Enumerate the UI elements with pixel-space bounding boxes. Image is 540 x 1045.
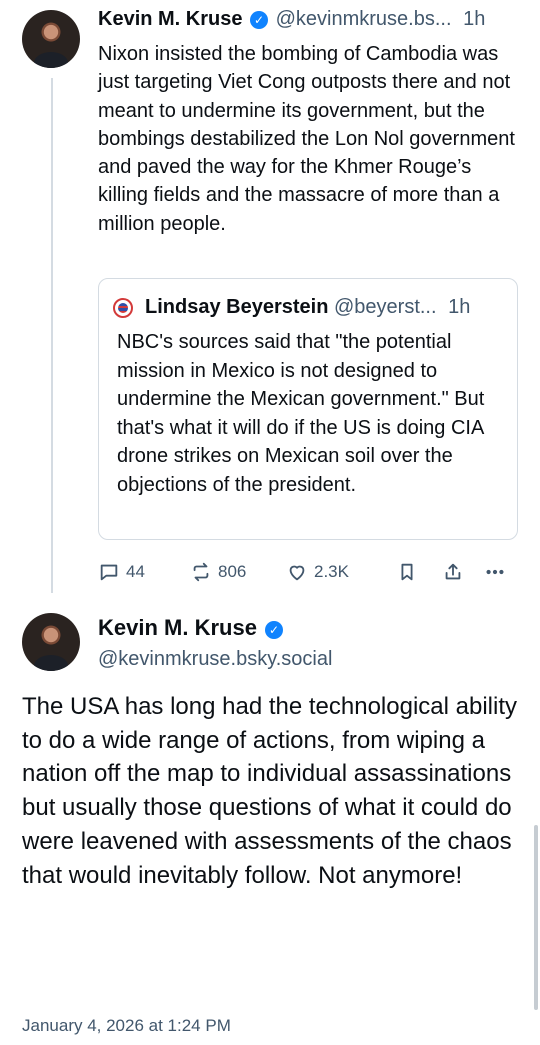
- parent-author-avatar[interactable]: [22, 10, 80, 68]
- verified-badge-icon: ✓: [250, 11, 269, 29]
- like-count: 2.3K: [314, 562, 349, 581]
- quoted-post-time: 1h: [448, 296, 471, 318]
- parent-post-text: Nixon insisted the bombing of Cambodia w…: [98, 43, 515, 235]
- repost-button[interactable]: 806: [190, 558, 246, 586]
- main-post-text: The USA has long had the technological a…: [22, 693, 517, 889]
- like-button[interactable]: 2.3K: [286, 558, 349, 586]
- main-author-name-row: Kevin M. Kruse ✓: [98, 615, 285, 641]
- parent-post-header: Kevin M. Kruse ✓ @kevinmkruse.bs... 1h: [98, 8, 485, 31]
- scrollbar-thumb[interactable]: [534, 825, 538, 1010]
- bookmark-button[interactable]: [396, 558, 418, 586]
- parent-post-actions: 44 806 2.3K: [98, 558, 518, 586]
- parent-author-handle[interactable]: @kevinmkruse.bs...: [276, 8, 452, 30]
- share-button[interactable]: [442, 558, 464, 586]
- parent-post-time: 1h: [463, 8, 486, 30]
- share-icon: [445, 563, 461, 580]
- quoted-post-text: NBC's sources said that "the potential m…: [117, 331, 485, 496]
- quoted-author-avatar: [113, 298, 133, 318]
- quoted-author-name: Lindsay Beyerstein: [145, 296, 329, 318]
- more-options-button[interactable]: [484, 558, 506, 586]
- repost-count: 806: [218, 562, 247, 581]
- parent-author-name[interactable]: Kevin M. Kruse: [98, 8, 242, 30]
- repost-icon: [193, 562, 209, 582]
- main-post-timestamp: January 4, 2026 at 1:24 PM: [22, 1016, 231, 1035]
- reply-icon: [100, 564, 118, 581]
- quoted-post-card[interactable]: Lindsay Beyerstein @beyerst... 1h NBC's …: [98, 278, 518, 540]
- reply-button[interactable]: 44: [98, 558, 145, 586]
- quoted-author-handle: @beyerst...: [333, 296, 437, 318]
- quoted-post-header: Lindsay Beyerstein @beyerst... 1h: [145, 296, 470, 319]
- main-author-avatar[interactable]: [22, 613, 80, 671]
- main-author-name[interactable]: Kevin M. Kruse: [98, 615, 257, 640]
- ellipsis-icon: [486, 569, 504, 575]
- bookmark-icon: [401, 563, 413, 581]
- main-author-handle[interactable]: @kevinmkruse.bsky.social: [98, 648, 332, 671]
- verified-badge-icon: ✓: [265, 621, 284, 639]
- reply-count: 44: [126, 562, 145, 581]
- heart-icon: [289, 565, 305, 581]
- thread-connector-line: [51, 78, 53, 593]
